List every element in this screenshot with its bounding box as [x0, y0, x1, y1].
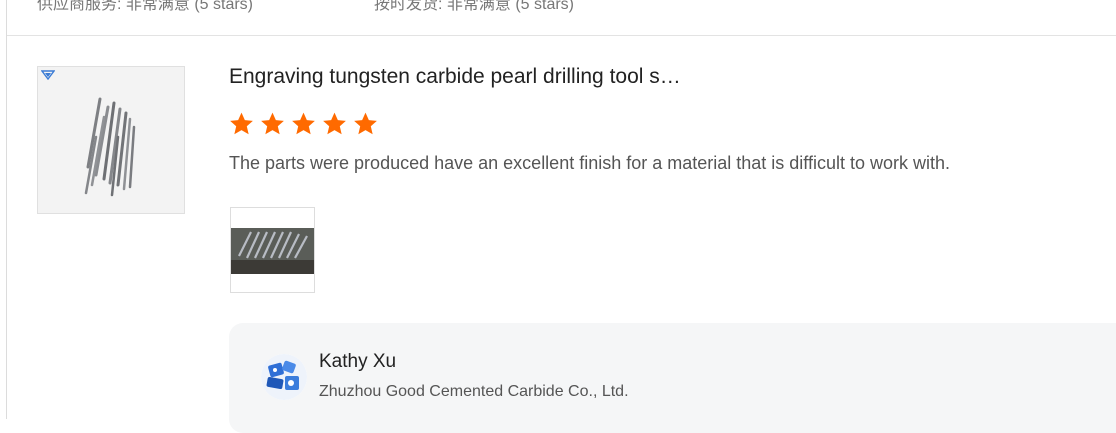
product-thumbnail[interactable]: [37, 66, 185, 214]
star-icon: [354, 112, 377, 135]
review-text: The parts were produced have an excellen…: [229, 153, 951, 173]
delivery-rating: 按时发货: 非常满意 (5 stars): [374, 0, 575, 13]
star-rating: [228, 111, 379, 137]
star-icon: [261, 112, 284, 135]
star-icon: [230, 112, 253, 135]
review-photo-image: [231, 208, 314, 292]
carbide-rods-image: [84, 97, 136, 197]
review-photo[interactable]: [230, 207, 315, 293]
product-title[interactable]: Engraving tungsten carbide pearl drillin…: [229, 65, 681, 89]
star-icon: [323, 112, 346, 135]
avatar: [261, 354, 307, 400]
reply-company-name: Zhuzhou Good Cemented Carbide Co., Ltd.: [319, 383, 629, 400]
company-logo-icon: [261, 354, 307, 400]
supplier-reply-box: [229, 323, 1116, 433]
frame-border: [6, 0, 7, 419]
reply-author-name: Kathy Xu: [319, 351, 397, 372]
supplier-service-rating: 供应商服务: 非常满意 (5 stars): [37, 0, 254, 13]
review-divider: [7, 35, 1116, 36]
star-icon: [292, 112, 315, 135]
